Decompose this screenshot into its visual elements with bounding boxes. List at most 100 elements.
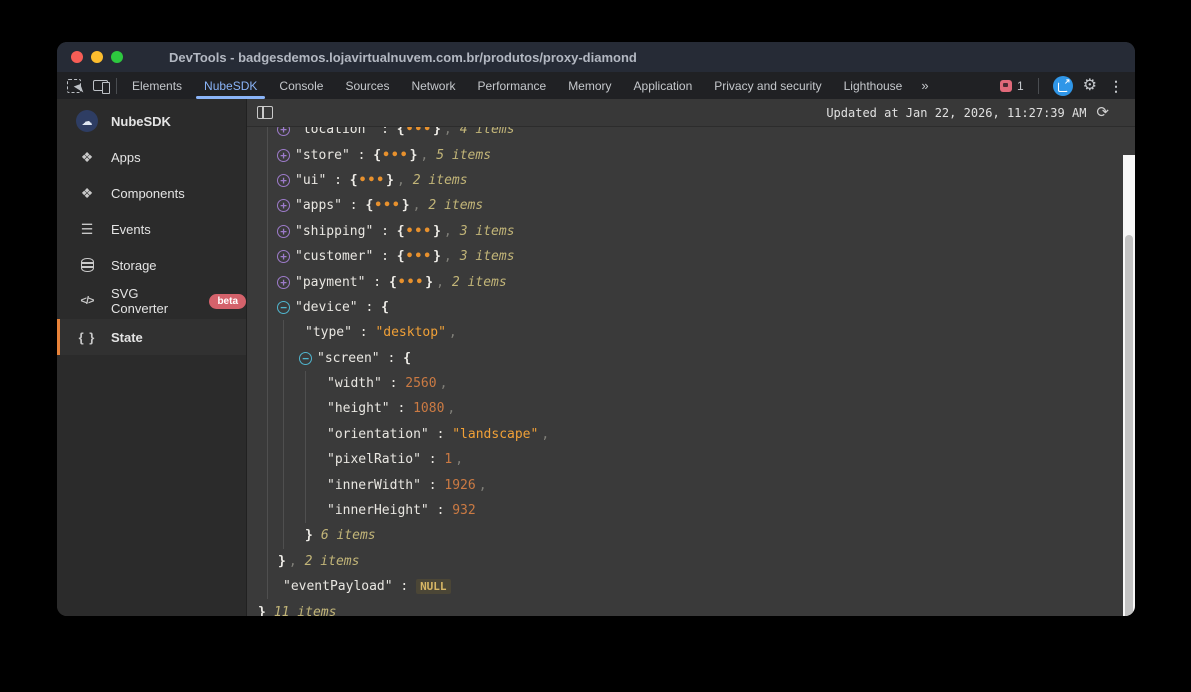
tab-sources[interactable]: Sources bbox=[334, 72, 400, 99]
expand-icon[interactable]: + bbox=[277, 276, 290, 289]
tree-token: { bbox=[389, 275, 397, 290]
null-badge: NULL bbox=[416, 579, 451, 594]
json-key: "payment" bbox=[295, 275, 365, 290]
tree-token: , bbox=[440, 376, 448, 391]
tree-row[interactable]: }11 items bbox=[247, 599, 1135, 616]
tree-row[interactable]: "innerHeight" : 932 bbox=[247, 498, 1135, 523]
sidebar-item-events[interactable]: ☰ Events bbox=[57, 211, 246, 247]
json-string-value: "landscape" bbox=[452, 427, 538, 442]
tab-lighthouse[interactable]: Lighthouse bbox=[833, 72, 914, 99]
tree-token: , bbox=[449, 325, 457, 340]
tree-row[interactable]: +"shipping" : {•••},3 items bbox=[247, 219, 1135, 244]
json-key: "width" bbox=[327, 376, 382, 391]
zoom-window-button[interactable] bbox=[111, 51, 123, 63]
tree-token: } bbox=[402, 198, 410, 213]
toggle-sidebar-icon[interactable] bbox=[257, 106, 273, 119]
tree-token: : bbox=[380, 351, 403, 366]
traffic-lights bbox=[57, 51, 123, 63]
extension-icon[interactable] bbox=[1053, 76, 1073, 96]
sidebar-item-apps[interactable]: ❖ Apps bbox=[57, 139, 246, 175]
beta-badge: beta bbox=[209, 294, 246, 309]
json-key: "store" bbox=[295, 148, 350, 163]
issues-count: 1 bbox=[1017, 79, 1024, 93]
sidebar-item-components[interactable]: ❖ Components bbox=[57, 175, 246, 211]
tree-token: } bbox=[433, 127, 441, 137]
tree-row[interactable]: "orientation" : "landscape", bbox=[247, 422, 1135, 447]
tree-row[interactable]: +"payment" : {•••},2 items bbox=[247, 269, 1135, 294]
tab-nubesdk[interactable]: NubeSDK bbox=[193, 72, 268, 99]
expand-icon[interactable]: + bbox=[277, 174, 290, 187]
json-key: "eventPayload" bbox=[283, 579, 393, 594]
tree-token: : bbox=[390, 401, 413, 416]
tree-row[interactable]: +"location" : {•••},4 items bbox=[247, 127, 1135, 142]
json-key: "innerHeight" bbox=[327, 503, 429, 518]
tree-token: { bbox=[397, 127, 405, 137]
refresh-icon[interactable]: ⟳ bbox=[1096, 105, 1109, 120]
tree-token: , bbox=[444, 249, 452, 264]
device-toolbar-icon[interactable] bbox=[93, 80, 108, 91]
scrollbar-thumb[interactable] bbox=[1125, 235, 1133, 616]
tree-token: , bbox=[413, 198, 421, 213]
sidebar-item-state[interactable]: { } State bbox=[57, 319, 246, 355]
tree-token: { bbox=[365, 198, 373, 213]
tree-row[interactable]: "pixelRatio" : 1, bbox=[247, 447, 1135, 472]
tab-application[interactable]: Application bbox=[623, 72, 704, 99]
tree-row[interactable]: "innerWidth" : 1926, bbox=[247, 472, 1135, 497]
devtools-window: DevTools - badgesdemos.lojavirtualnuvem.… bbox=[57, 42, 1135, 616]
collapse-icon[interactable]: − bbox=[277, 301, 290, 314]
tree-row[interactable]: "type" : "desktop", bbox=[247, 320, 1135, 345]
tree-row[interactable]: "eventPayload" : NULL bbox=[247, 574, 1135, 599]
close-window-button[interactable] bbox=[71, 51, 83, 63]
sidebar-item-label: State bbox=[111, 330, 143, 345]
json-key: "pixelRatio" bbox=[327, 452, 421, 467]
issues-counter[interactable]: 1 bbox=[1000, 79, 1024, 93]
window-title: DevTools - badgesdemos.lojavirtualnuvem.… bbox=[169, 50, 637, 65]
expand-icon[interactable]: + bbox=[277, 225, 290, 238]
kebab-menu-icon[interactable]: ⋮ bbox=[1107, 79, 1125, 93]
tree-token: : bbox=[429, 503, 452, 518]
tree-row[interactable]: +"store" : {•••},5 items bbox=[247, 142, 1135, 167]
sidebar-item-storage[interactable]: Storage bbox=[57, 247, 246, 283]
tree-token: : bbox=[326, 173, 349, 188]
tab-console[interactable]: Console bbox=[268, 72, 334, 99]
indent-guide bbox=[305, 371, 306, 523]
collapse-icon[interactable]: − bbox=[299, 352, 312, 365]
tree-row[interactable]: "height" : 1080, bbox=[247, 396, 1135, 421]
tab-privacy-security[interactable]: Privacy and security bbox=[703, 72, 832, 99]
more-tabs-icon[interactable]: » bbox=[913, 72, 937, 99]
tree-token: : bbox=[393, 579, 416, 594]
expand-icon[interactable]: + bbox=[277, 127, 290, 136]
tree-row[interactable]: +"customer" : {•••},3 items bbox=[247, 244, 1135, 269]
tab-memory[interactable]: Memory bbox=[557, 72, 622, 99]
events-icon: ☰ bbox=[76, 221, 98, 238]
tree-row[interactable]: +"ui" : {•••},2 items bbox=[247, 168, 1135, 193]
state-panel: Updated at Jan 22, 2026, 11:27:39 AM ⟳ +… bbox=[247, 99, 1135, 616]
inspect-element-icon[interactable] bbox=[67, 79, 81, 93]
tree-row[interactable]: −"device" : { bbox=[247, 295, 1135, 320]
expand-icon[interactable]: + bbox=[277, 199, 290, 212]
vertical-scrollbar[interactable] bbox=[1123, 155, 1135, 616]
tree-row[interactable]: }6 items bbox=[247, 523, 1135, 548]
tree-row[interactable]: "width" : 2560, bbox=[247, 371, 1135, 396]
tab-list: Elements NubeSDK Console Sources Network… bbox=[121, 72, 913, 99]
tab-network[interactable]: Network bbox=[400, 72, 466, 99]
tree-token: , bbox=[397, 173, 405, 188]
expand-icon[interactable]: + bbox=[277, 149, 290, 162]
tree-token: : bbox=[365, 275, 388, 290]
tab-performance[interactable]: Performance bbox=[466, 72, 557, 99]
items-count: 3 items bbox=[460, 224, 515, 239]
sidebar-item-svg-converter[interactable]: </> SVG Converter beta bbox=[57, 283, 246, 319]
expand-icon[interactable]: + bbox=[277, 250, 290, 263]
settings-gear-icon[interactable]: ⚙ bbox=[1083, 78, 1097, 94]
tree-token: : bbox=[373, 127, 396, 137]
items-count: 3 items bbox=[460, 249, 515, 264]
json-number-value: 2560 bbox=[405, 376, 436, 391]
tree-row[interactable]: −"screen" : { bbox=[247, 346, 1135, 371]
sidebar-item-label: Components bbox=[111, 186, 185, 201]
items-count: 2 items bbox=[428, 198, 483, 213]
tree-row[interactable]: },2 items bbox=[247, 549, 1135, 574]
minimize-window-button[interactable] bbox=[91, 51, 103, 63]
storage-icon bbox=[76, 258, 98, 272]
tab-elements[interactable]: Elements bbox=[121, 72, 193, 99]
tree-row[interactable]: +"apps" : {•••},2 items bbox=[247, 193, 1135, 218]
